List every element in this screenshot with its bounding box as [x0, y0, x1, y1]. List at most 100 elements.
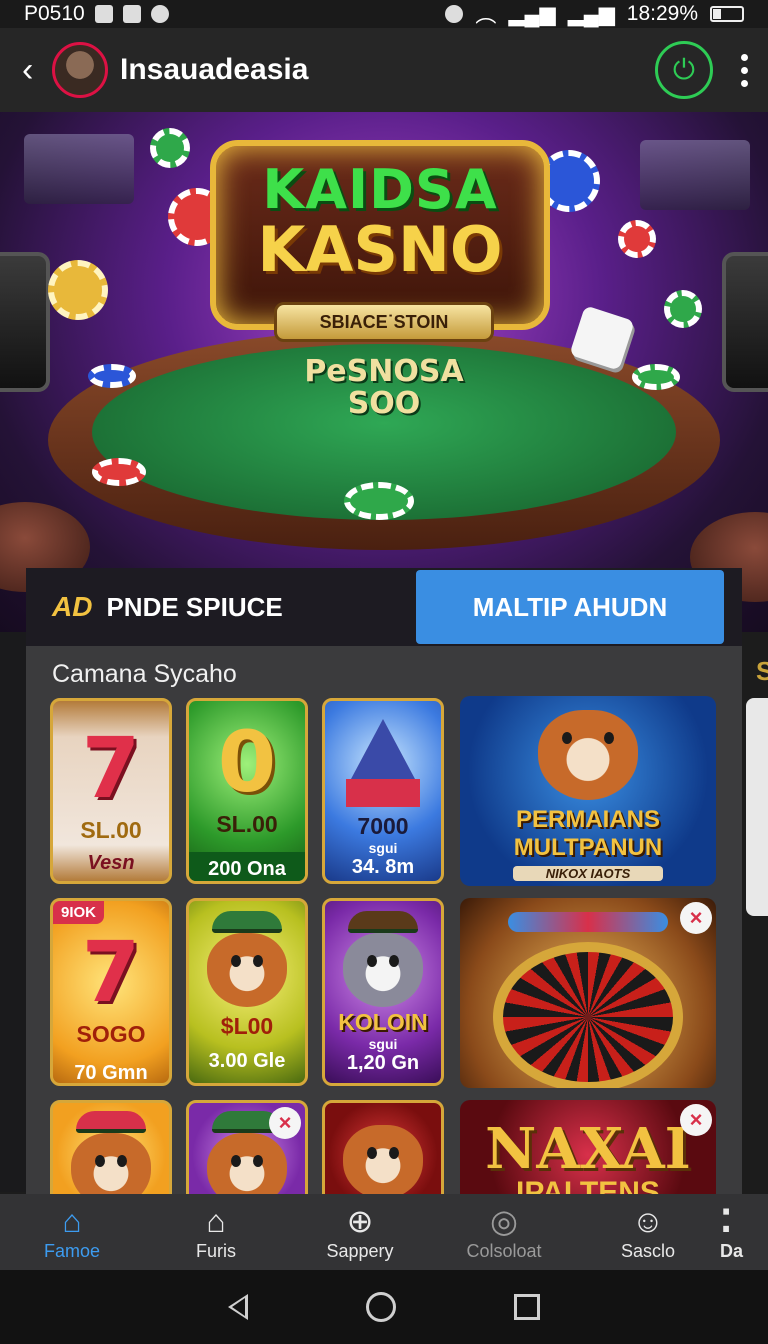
table-text: PeSNOSA SOO: [234, 356, 534, 420]
slot-machine-right: [722, 252, 768, 392]
tile-amount: SL.00: [80, 817, 142, 843]
nav-label: Colsoloat: [466, 1240, 542, 1261]
hero-banner[interactable]: PeSNOSA SOO KAIDSA KASNO SBIACE˙STOIN: [0, 112, 768, 632]
nav-more[interactable]: ⁚ Da: [720, 1194, 768, 1270]
chip-icon: [92, 458, 146, 486]
tile-amount: SOGO: [76, 1021, 146, 1047]
nav-label: Furis: [196, 1240, 236, 1261]
more-vert-icon[interactable]: [741, 53, 748, 87]
status-bar: P0510 ︵ ▂▄▆ ▂▄▆ 18:29%: [0, 0, 768, 28]
game-tile-slot-7[interactable]: 7 SL.00 Vesn: [50, 698, 172, 884]
app-bar: ‹ Insauadeasia ⏻: [0, 28, 768, 112]
game-tile-zero[interactable]: 0 SL.00 200 Ona: [186, 698, 308, 884]
chip-icon: [88, 364, 136, 388]
dog-mascot-icon: [207, 1133, 287, 1194]
game-tile-dog-cap[interactable]: $L00 3.00 Gle: [186, 898, 308, 1086]
tile-big-number: 0: [217, 713, 277, 811]
chip-icon: [150, 128, 190, 168]
close-icon[interactable]: ×: [680, 1104, 712, 1136]
game-tile-dog-red-cap[interactable]: [50, 1100, 172, 1194]
ceiling-light: [640, 140, 750, 210]
time-battery-text: 18:29%: [626, 2, 698, 25]
slot-machine-left: [0, 252, 50, 392]
nav-search[interactable]: ◎ Colsoloat: [432, 1194, 576, 1270]
dog-mascot-icon: [343, 933, 423, 1007]
brand-mark-icon: AD: [52, 591, 93, 622]
back-triangle-icon[interactable]: [228, 1294, 248, 1320]
chip-icon: [632, 364, 680, 390]
game-logo: KAIDSA KASNO SBIACE˙STOIN: [210, 140, 550, 342]
tile-sub: 70 Gmn: [74, 1062, 148, 1084]
home-circle-icon[interactable]: [366, 1292, 396, 1322]
game-tile-roulette[interactable]: ×: [460, 898, 716, 1088]
tile-sub: 1,20 Gn: [346, 1052, 420, 1074]
back-arrow-icon[interactable]: ‹: [22, 51, 44, 90]
alarm-icon: [445, 5, 464, 23]
side-card-peek[interactable]: [746, 698, 768, 916]
tile-sub: 200 Ona: [189, 852, 305, 881]
add-circle-icon: ⊕: [346, 1202, 374, 1239]
tile-sub: Vesn: [87, 852, 135, 874]
more-icon: ⁚: [720, 1202, 733, 1239]
chip-icon: [618, 220, 656, 258]
games-panel: Camana Sycaho 7 SL.00 Vesn 0 SL.00 200 O…: [26, 646, 742, 1194]
table-text-line1: PeSNOSA: [304, 354, 464, 389]
close-icon[interactable]: ×: [680, 902, 712, 934]
location-icon: [150, 5, 169, 23]
battery-icon: [710, 6, 744, 22]
dog-mascot-icon: [343, 1125, 423, 1194]
category-tabs: AD PNDE SPIUCE MALTIP AHUDN: [26, 568, 742, 646]
logo-main-text: KASNO: [257, 213, 503, 286]
search-icon: ◎: [490, 1202, 518, 1239]
nav-label: Sappery: [326, 1240, 394, 1261]
notification-icon: [122, 5, 141, 23]
dog-mascot-icon: [207, 933, 287, 1007]
game-tile-koloin[interactable]: KOLOIN sgui 1,20 Gn: [322, 898, 444, 1086]
table-text-line2: SOO: [347, 386, 421, 421]
power-icon[interactable]: ⏻: [655, 41, 713, 99]
tile-sub: 3.00 Gle: [208, 1050, 286, 1072]
recents-square-icon[interactable]: [514, 1294, 540, 1320]
nav-furis[interactable]: ⌂ Furis: [144, 1194, 288, 1270]
nav-add[interactable]: ⊕ Sappery: [288, 1194, 432, 1270]
nav-profile[interactable]: ☺ Sasclo: [576, 1194, 720, 1270]
side-peek-letter: S: [756, 656, 768, 686]
tile-small: sgui: [368, 1036, 398, 1052]
game-tile-naxai[interactable]: NAXAI IPALTENS ×: [460, 1100, 716, 1194]
tab-left[interactable]: AD PNDE SPIUCE: [26, 568, 416, 646]
chip-icon: [344, 482, 414, 520]
app-title: Insauadeasia: [120, 53, 309, 86]
game-tile-multiplayer[interactable]: PERMAIANS MULTPANUN NIKOX IAOTS: [460, 696, 716, 886]
game-tile-dog-green-cap[interactable]: ×: [186, 1100, 308, 1194]
game-tile-house[interactable]: 7000 sgui 34. 8m: [322, 698, 444, 884]
tile-line1: NAXAI: [485, 1116, 691, 1182]
bottom-nav: ⌂ Famoe ⌂ Furis ⊕ Sappery ◎ Colsoloat ☺ …: [0, 1194, 768, 1270]
tile-sub: 34. 8m: [351, 856, 415, 878]
section-title: Camana Sycaho: [52, 660, 237, 688]
home-icon: ⌂: [62, 1202, 82, 1239]
tile-big-number: 7: [81, 923, 141, 1021]
slider-bar: [508, 912, 668, 932]
chip-icon: [48, 260, 108, 320]
ceiling-light: [24, 134, 134, 204]
house-icon: ⌂: [206, 1202, 226, 1239]
game-tile-dog-red[interactable]: [322, 1100, 444, 1194]
tab-right[interactable]: MALTIP AHUDN: [416, 570, 724, 644]
game-tile-lucky-7[interactable]: 9IOK 7 SOGO 70 Gmn: [50, 898, 172, 1086]
avatar[interactable]: [52, 42, 108, 98]
cap-icon: [76, 1111, 146, 1133]
close-icon[interactable]: ×: [269, 1107, 301, 1139]
chip-icon: [664, 290, 702, 328]
tent-icon: [351, 719, 415, 779]
cap-icon: [348, 911, 418, 933]
tile-amount: SL.00: [216, 811, 278, 837]
nav-label: Famoe: [43, 1240, 101, 1261]
signal-icon: ▂▄▆: [567, 2, 615, 26]
notification-icon: [94, 5, 113, 23]
dog-mascot-icon: [538, 710, 638, 800]
tile-line2: MULTPANUN: [513, 834, 663, 861]
nav-home[interactable]: ⌂ Famoe: [0, 1194, 144, 1270]
left-gutter: [0, 632, 26, 1192]
dog-mascot-icon: [71, 1133, 151, 1194]
tile-badge: 9IOK: [53, 901, 105, 924]
